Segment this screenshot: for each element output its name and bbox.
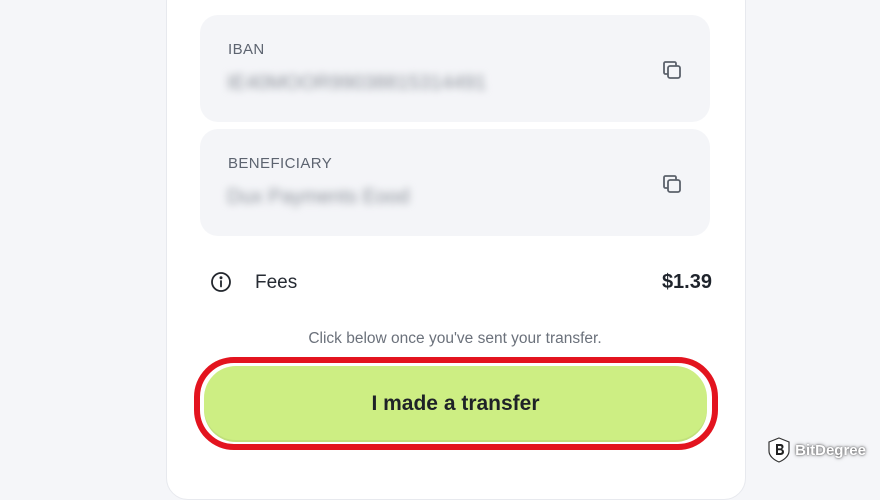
watermark-text: BitDegree: [795, 442, 866, 459]
beneficiary-value: Dux Payments Eood: [227, 186, 409, 209]
info-icon[interactable]: [210, 271, 232, 293]
transfer-hint: Click below once you've sent your transf…: [200, 330, 710, 348]
copy-beneficiary-button[interactable]: [660, 172, 684, 196]
fees-row: Fees $1.39: [210, 268, 712, 298]
fees-amount: $1.39: [662, 271, 712, 294]
copy-iban-button[interactable]: [660, 58, 684, 82]
iban-value: IE40MOOR99038815314491: [227, 72, 486, 95]
iban-label: IBAN: [228, 41, 265, 58]
beneficiary-label: BENEFICIARY: [228, 155, 332, 172]
bitdegree-logo-icon: [767, 437, 791, 463]
beneficiary-field: BENEFICIARY Dux Payments Eood: [200, 129, 710, 236]
copy-icon: [660, 58, 684, 82]
fees-label: Fees: [255, 272, 297, 294]
watermark: BitDegree: [767, 437, 866, 463]
made-transfer-button[interactable]: I made a transfer: [204, 366, 707, 442]
copy-icon: [660, 172, 684, 196]
iban-field: IBAN IE40MOOR99038815314491: [200, 15, 710, 122]
